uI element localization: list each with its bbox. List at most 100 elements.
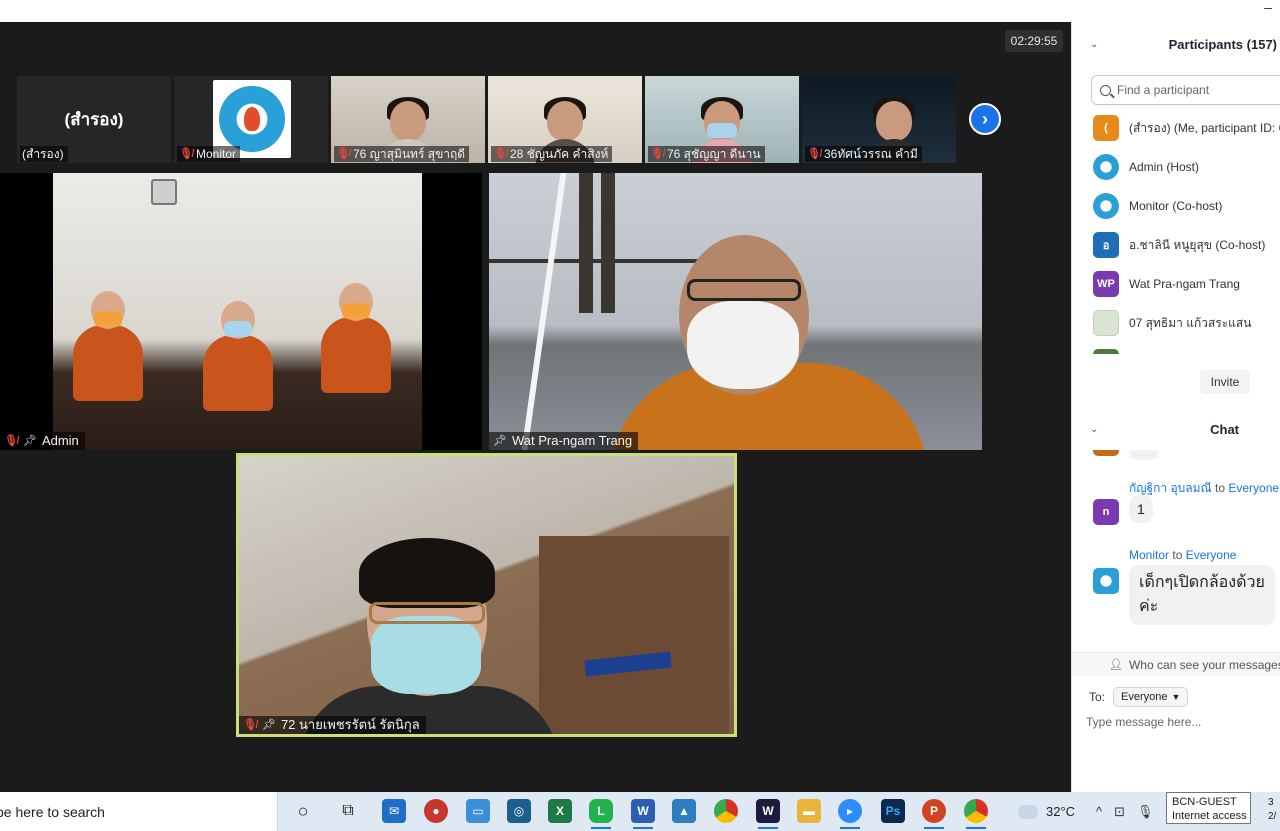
mic-muted-icon: 🎙︎̸ (336, 148, 350, 160)
video-thumbnail-strip: (สำรอง) (สำรอง) 🎙︎̸ Monitor 🎙︎̸ 76 ญาสุมิน… (17, 76, 956, 163)
chevron-down-icon: ▼ (1171, 692, 1181, 702)
mic-muted-icon: 🎙︎̸ (179, 148, 193, 160)
message-header: Monitor to Everyone (1129, 548, 1237, 562)
recipient-dropdown[interactable]: Everyone ▼ (1113, 687, 1189, 707)
word-icon[interactable]: W (631, 799, 655, 829)
video-tile-wat-pra-ngam-trang[interactable]: 📌︎ Wat Pra-ngam Trang (489, 173, 982, 450)
thumbnail-name: 🎙︎̸ 28 ชัญนภัค คำสิงห์ (491, 146, 613, 162)
message-header: กัญฐิกา อุบลมณี to Everyone (1129, 481, 1280, 495)
side-panel: ⌄ Participants (157) ( (สำรอง) (Me, part… (1071, 22, 1280, 792)
search-input[interactable] (1117, 83, 1280, 97)
message-bubble (1130, 450, 1158, 460)
message-bubble: 1 (1129, 495, 1153, 523)
minimize-button[interactable]: – (1264, 0, 1272, 14)
avatar (1093, 154, 1119, 180)
pin-icon: 📌︎ (261, 719, 276, 731)
participants-header[interactable]: ⌄ Participants (157) (1072, 29, 1280, 59)
chat-messages: กัญฐิกา อุบลมณี to Everyone n 1 Monitor … (1072, 450, 1280, 650)
partly-cloudy-icon (1015, 799, 1038, 819)
tile-name: 🎙︎̸ 📌︎ Admin (0, 432, 85, 450)
photoshop-icon[interactable]: Ps (881, 799, 905, 823)
thumbnail-participant[interactable]: 🎙︎̸ 76 สุชัญญา ดีนาน (645, 76, 799, 163)
mic-muted-icon: 🎙︎̸ (493, 148, 507, 160)
invite-button[interactable]: Invite (1200, 370, 1250, 394)
pin-icon: 📌︎ (493, 435, 507, 447)
excel-icon[interactable]: X (548, 799, 572, 823)
participant-list: ( (สำรอง) (Me, participant ID: 6 Admin (… (1072, 114, 1280, 354)
thumbnail-name: 🎙︎̸ 76 ญาสุมินทร์ สุขาฤดี (334, 146, 470, 162)
file-explorer-icon[interactable]: ▬ (797, 799, 821, 823)
mic-muted-icon: 🎙︎̸ (650, 148, 664, 160)
webex-icon[interactable]: W (756, 799, 780, 829)
admin-video (53, 173, 422, 450)
video-tile-active-speaker[interactable]: 🎙︎̸ 📌︎ 72 นายเพชรรัตน์ รัตนิกุล (236, 453, 737, 737)
microphone-icon[interactable]: 🎙︎ (1137, 804, 1154, 820)
participant-item[interactable]: Admin (Host) (1093, 153, 1199, 181)
thumbnail-name: (สำรอง) (20, 146, 68, 162)
task-view-icon[interactable]: ⧉ (336, 799, 360, 823)
mic-muted-icon: 🎙︎̸ (807, 148, 821, 160)
avatar: อ (1093, 232, 1119, 258)
chevron-down-icon[interactable]: ⌄ (1090, 39, 1098, 50)
avatar (1093, 310, 1119, 336)
network-tooltip: BCN-GUEST Internet access (1166, 792, 1251, 824)
participant-search[interactable] (1091, 75, 1280, 105)
network-icon[interactable]: ⊡ (1114, 804, 1125, 820)
avatar (1093, 450, 1119, 456)
thumbnail-monitor[interactable]: 🎙︎̸ Monitor (174, 76, 328, 163)
app-icon[interactable]: ◎ (507, 799, 531, 823)
message-visibility-link[interactable]: 👤︎ Who can see your messages? R (1072, 652, 1280, 676)
participant-item[interactable]: 07 สุทธิมา แก้วสระแสน (1093, 309, 1251, 337)
zoom-icon[interactable]: ▸ (838, 799, 862, 829)
thumbnail-participant[interactable]: 🎙︎̸ 28 ชัญนภัค คำสิงห์ (488, 76, 642, 163)
taskbar-search-box[interactable]: pe here to search (0, 792, 278, 831)
mail-icon[interactable]: ✉ (382, 799, 406, 823)
participants-title: Participants (157) (1168, 36, 1277, 52)
thumbnail-self[interactable]: (สำรอง) (สำรอง) (17, 76, 171, 163)
thumbnail-participant[interactable]: 🎙︎̸ 36ทัศน์วรรณ คำมี (802, 76, 956, 163)
next-page-button[interactable]: › (969, 103, 1001, 135)
participant-item[interactable]: ( (สำรอง) (Me, participant ID: 6 (1093, 114, 1280, 142)
avatar: ( (1093, 115, 1119, 141)
chevron-down-icon[interactable]: ⌄ (1090, 424, 1098, 435)
powerpoint-icon[interactable]: P (922, 799, 946, 829)
meeting-timer: 02:29:55 (1005, 30, 1063, 52)
mic-muted-icon: 🎙︎̸ (243, 719, 257, 731)
chat-message-input[interactable] (1086, 715, 1276, 729)
taskbar-clock[interactable]: 3 2/ (1268, 796, 1276, 824)
chevron-up-icon[interactable]: ^ (1096, 804, 1102, 819)
self-name-label: (สำรอง) (64, 110, 124, 129)
line-icon[interactable]: L (589, 799, 613, 829)
participant-item[interactable]: WP Wat Pra-ngam Trang (1093, 270, 1240, 298)
avatar: n (1093, 499, 1119, 525)
weather-widget[interactable]: 32°C (1015, 792, 1075, 831)
pin-icon: 📌︎ (22, 435, 37, 447)
participant-item[interactable] (1093, 348, 1119, 354)
record-icon[interactable]: ● (424, 799, 448, 823)
chrome-icon[interactable] (714, 799, 738, 823)
windows-taskbar: pe here to search ○ ⧉ ✉ ● ▭ ◎ X L W ▲ W … (0, 792, 1280, 831)
thumbnail-participant[interactable]: 🎙︎̸ 76 ญาสุมินทร์ สุขาฤดี (331, 76, 485, 163)
thumbnail-name: 🎙︎̸ 76 สุชัญญา ดีนาน (648, 146, 765, 162)
thumbnail-name: 🎙︎̸ Monitor (177, 146, 240, 162)
chat-title: Chat (1210, 421, 1239, 437)
tile-name: 📌︎ Wat Pra-ngam Trang (489, 432, 639, 450)
chrome-icon[interactable] (964, 799, 988, 829)
system-tray: ^ ⊡ 🎙︎ (1096, 792, 1154, 831)
search-icon (1100, 84, 1111, 96)
photos-icon[interactable]: ▲ (672, 799, 696, 823)
cortana-icon[interactable]: ○ (291, 799, 315, 823)
avatar (1093, 193, 1119, 219)
participant-item[interactable]: อ อ.ชาลินี หนูยุสุข (Co-host) (1093, 231, 1265, 259)
tile-name: 🎙︎̸ 📌︎ 72 นายเพชรรัตน์ รัตนิกุล (239, 716, 426, 734)
chat-header[interactable]: ⌄ Chat (1072, 414, 1280, 444)
thumbnail-name: 🎙︎̸ 36ทัศน์วรรณ คำมี (805, 146, 922, 162)
message-bubble: เด็กๆเปิดกล้องด้วย ค่ะ (1129, 565, 1275, 625)
title-bar: – (0, 0, 1280, 22)
video-tile-admin[interactable]: 🎙︎̸ 📌︎ Admin (0, 173, 482, 450)
avatar (1093, 349, 1119, 354)
avatar (1093, 568, 1119, 594)
participant-item[interactable]: Monitor (Co-host) (1093, 192, 1222, 220)
computer-icon[interactable]: ▭ (466, 799, 490, 823)
avatar: WP (1093, 271, 1119, 297)
